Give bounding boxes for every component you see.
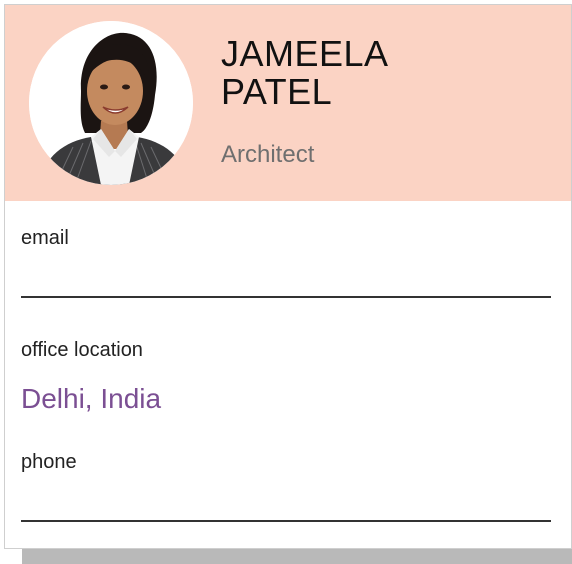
office-location-label: office location [21, 339, 143, 361]
email-label: email [21, 227, 69, 249]
avatar-photo [29, 21, 193, 185]
contact-card: JAMEELA PATEL Architect email office loc… [4, 4, 572, 549]
profile-header: JAMEELA PATEL Architect [5, 5, 571, 201]
phone-field[interactable] [21, 520, 551, 522]
card-shadow [22, 549, 572, 564]
first-name: JAMEELA [221, 33, 389, 74]
office-location-value: Delhi, India [21, 383, 162, 414]
email-field[interactable] [21, 296, 551, 298]
contact-name: JAMEELA PATEL [221, 35, 389, 111]
avatar [29, 21, 193, 185]
job-title: Architect [221, 141, 315, 168]
phone-label: phone [21, 451, 77, 473]
last-name: PATEL [221, 71, 333, 112]
